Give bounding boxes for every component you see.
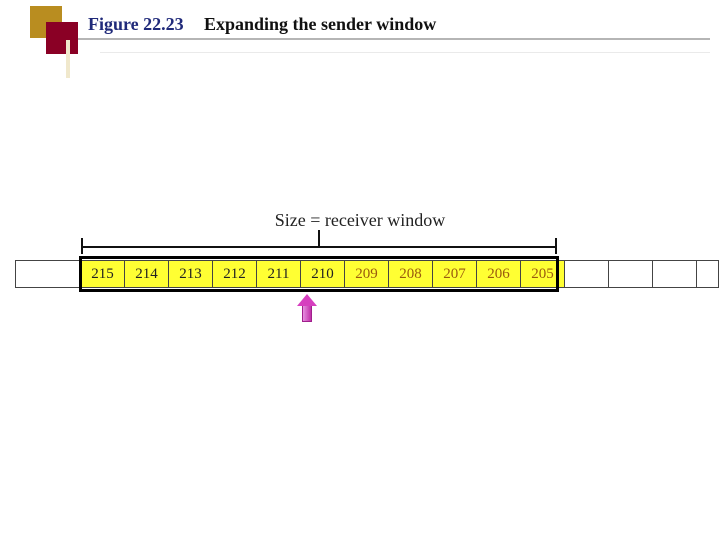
- corner-square-maroon: [46, 22, 78, 54]
- window-cell: 206: [477, 260, 521, 288]
- size-bracket: [81, 238, 557, 256]
- cell-outside-right: [565, 260, 609, 288]
- cell-outside-right: [653, 260, 697, 288]
- window-cell: 207: [433, 260, 477, 288]
- window-cell: 205: [521, 260, 565, 288]
- figure-number: Figure 22.23: [88, 14, 184, 35]
- window-cell: 211: [257, 260, 301, 288]
- size-label: Size = receiver window: [15, 210, 705, 231]
- window-cell: 209: [345, 260, 389, 288]
- byte-row: 215 214 213 212 211 210 209 208 207 206 …: [15, 260, 705, 288]
- window-cell: 212: [213, 260, 257, 288]
- window-cell: 214: [125, 260, 169, 288]
- window-cell: 213: [169, 260, 213, 288]
- sender-window-diagram: Size = receiver window 215 214 213 212 2…: [15, 210, 705, 350]
- window-cell: 215: [81, 260, 125, 288]
- figure-title: Expanding the sender window: [204, 14, 436, 35]
- cell-outside-right: [609, 260, 653, 288]
- header-vline-faint: [66, 40, 70, 78]
- header-rule: [78, 38, 710, 40]
- row-trunc-left: [15, 260, 37, 288]
- window-cell: 208: [389, 260, 433, 288]
- header-rule-faint: [100, 52, 710, 53]
- cell-outside-left: [37, 260, 81, 288]
- window-cell: 210: [301, 260, 345, 288]
- expand-arrow-icon: [297, 294, 317, 324]
- row-trunc-right: [697, 260, 719, 288]
